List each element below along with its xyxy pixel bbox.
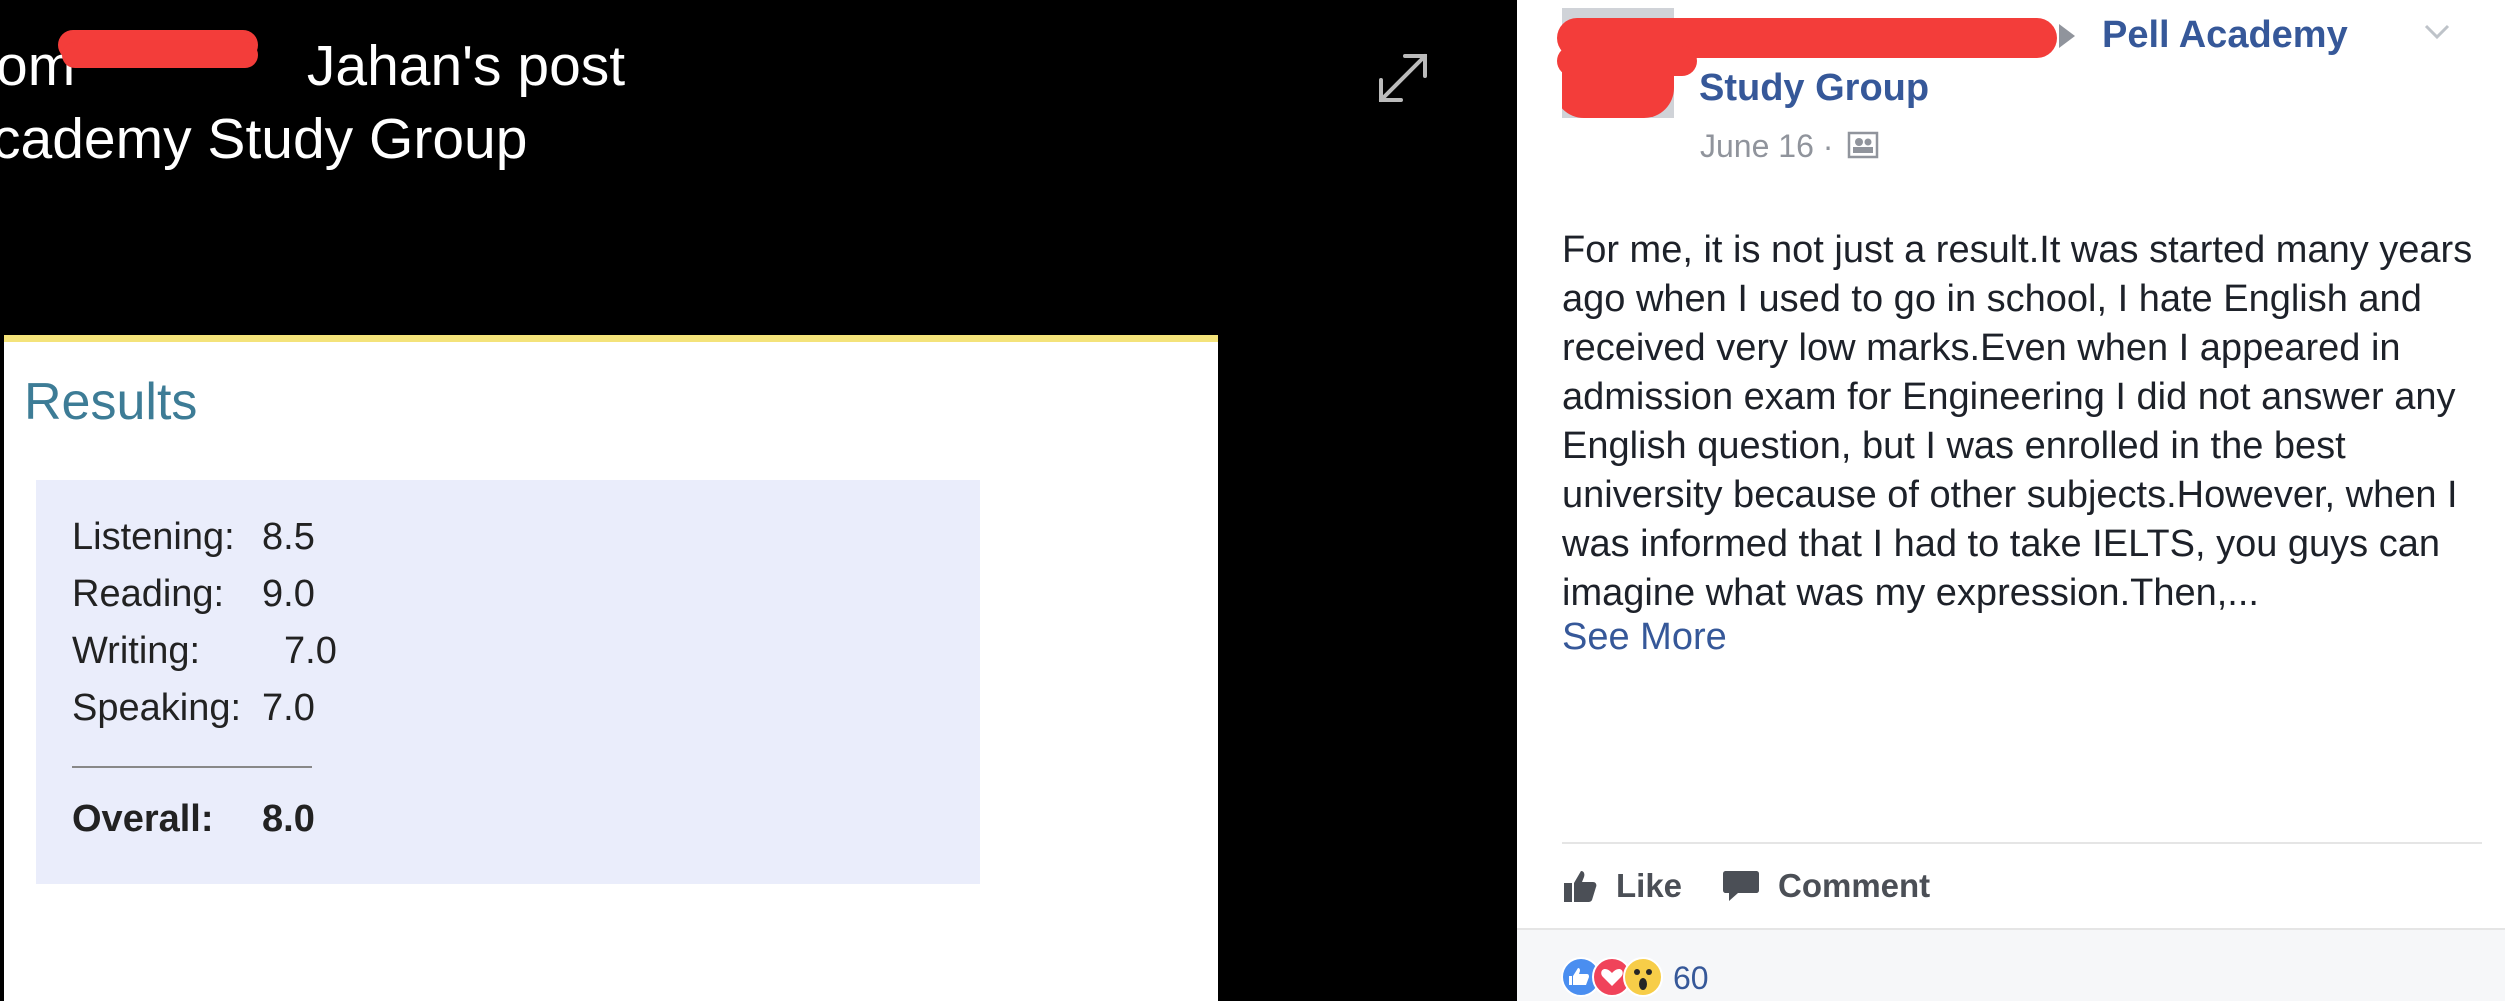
redaction-mark bbox=[62, 42, 258, 68]
score-row-overall: Overall: 8.0 bbox=[72, 798, 315, 841]
divider bbox=[1562, 842, 2482, 844]
score-value: 7.0 bbox=[262, 687, 315, 729]
arrow-right-icon bbox=[2059, 24, 2075, 48]
chevron-down-icon[interactable] bbox=[2422, 20, 2452, 44]
score-row-writing: Writing: 7.0 bbox=[72, 630, 337, 673]
score-value: 8.5 bbox=[262, 516, 315, 558]
wow-reaction-icon bbox=[1623, 957, 1663, 997]
reaction-count[interactable]: 60 bbox=[1673, 960, 1709, 997]
like-button[interactable]: Like bbox=[1562, 862, 1682, 910]
score-row-reading: Reading: 9.0 bbox=[72, 573, 315, 616]
comment-label: Comment bbox=[1778, 867, 1931, 904]
see-more-link[interactable]: See More bbox=[1562, 616, 1727, 659]
comment-bubble-icon bbox=[1723, 871, 1759, 901]
photo-viewer: om Jahan's post cademy Study Group Resul… bbox=[0, 0, 1517, 1001]
score-label: Writing: bbox=[72, 630, 201, 672]
post-body-text: For me, it is not just a result.It was s… bbox=[1562, 229, 2473, 614]
score-value: 7.0 bbox=[284, 630, 337, 672]
viewer-title-line-2: cademy Study Group bbox=[0, 107, 528, 171]
thumbs-up-icon bbox=[1564, 871, 1597, 902]
score-label: Listening: bbox=[72, 516, 235, 558]
post-date[interactable]: June 16 · bbox=[1700, 128, 1833, 165]
score-value: 9.0 bbox=[262, 573, 315, 615]
score-divider bbox=[72, 766, 312, 768]
post-panel: Pell Academy Study Group June 16 · For m… bbox=[1517, 0, 2505, 1001]
overall-label: Overall: bbox=[72, 798, 214, 840]
score-label: Reading: bbox=[72, 573, 225, 615]
score-row-speaking: Speaking: 7.0 bbox=[72, 687, 315, 730]
overall-value: 8.0 bbox=[262, 798, 315, 840]
group-audience-icon bbox=[1847, 131, 1879, 159]
score-label: Speaking: bbox=[72, 687, 242, 729]
group-link[interactable]: Pell Academy bbox=[2102, 14, 2348, 57]
reactions-bar[interactable]: 60 bbox=[1517, 928, 2505, 1001]
comment-button[interactable]: Comment bbox=[1722, 862, 1930, 910]
expand-arrows-icon[interactable] bbox=[1375, 50, 1431, 106]
scores-box: Listening: 8.5 Reading: 9.0 Writing: 7.0 Sp… bbox=[36, 480, 980, 884]
like-label: Like bbox=[1616, 867, 1683, 904]
results-image: Results Listening: 8.5 Reading: 9.0 Writin… bbox=[4, 335, 1218, 1001]
redaction-mark bbox=[1557, 46, 1697, 76]
title-fragment-2: Jahan's post bbox=[306, 34, 626, 98]
group-link-continued[interactable]: Study Group bbox=[1699, 67, 1929, 110]
score-row-listening: Listening: 8.5 bbox=[72, 516, 315, 559]
results-heading: Results bbox=[24, 373, 198, 431]
